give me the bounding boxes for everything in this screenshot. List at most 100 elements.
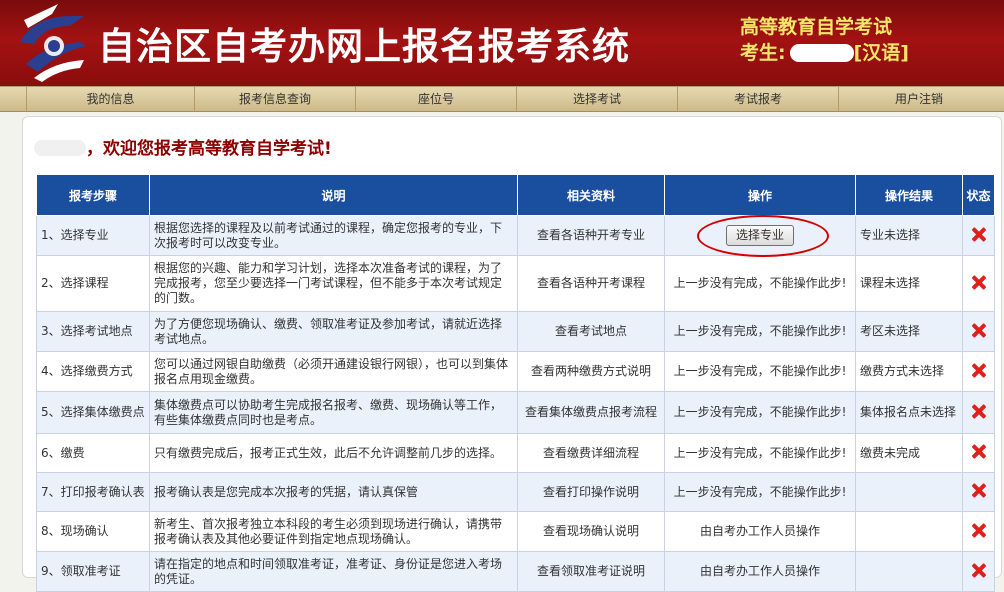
operation-result: 考区未选择 [855,311,963,352]
operation-result: 课程未选择 [855,255,963,312]
user-info: 高等教育自学考试 考生: [汉语] [740,14,909,66]
nav-select-exam[interactable]: 选择考试 [517,87,678,111]
step-description: 为了方便您现场确认、缴费、领取准考证及参加考试，请就近选择考试地点。 [149,311,518,352]
user-name-redacted [34,140,86,156]
status-cell [962,551,995,592]
resource-link[interactable]: 查看各语种开考专业 [517,215,665,256]
header-description: 说明 [149,174,518,216]
operation-text: 上一步没有完成，不能操作此步! [664,472,856,512]
status-cell [962,255,995,312]
exam-name: 高等教育自学考试 [740,16,893,38]
step-description: 集体缴费点可以协助考生完成报名报考、缴费、现场确认等工作，有些集体缴费点同时也是… [149,391,518,434]
examinee-line: 考生: [汉语] [740,40,909,66]
resource-link[interactable]: 查看领取准考证说明 [517,551,665,592]
step-description: 新考生、首次报考独立本科段的考生必须到现场进行确认，请携带报考确认表及其他必要证… [149,511,518,552]
resource-link[interactable]: 查看两种缴费方式说明 [517,351,665,392]
status-cell [962,391,995,434]
examinee-label: 考生: [740,42,786,64]
resource-link[interactable]: 查看考试地点 [517,311,665,352]
system-title: 自治区自考办网上报名报考系统 [98,25,630,68]
resource-link[interactable]: 查看各语种开考课程 [517,255,665,312]
step-name: 4、选择缴费方式 [36,351,150,392]
incomplete-x-icon [972,483,986,497]
step-description: 根据您的兴趣、能力和学习计划，选择本次准备考试的课程，为了完成报考，您至少要选择… [149,255,518,312]
incomplete-x-icon [972,404,986,418]
table-header-row: 报考步骤 说明 相关资料 操作 操作结果 状态 [36,174,995,216]
resource-link[interactable]: 查看现场确认说明 [517,511,665,552]
table-row: 5、选择集体缴费点 集体缴费点可以协助考生完成报名报考、缴费、现场确认等工作，有… [36,391,995,434]
operation-text: 由自考办工作人员操作 [664,511,856,552]
step-description: 只有缴费完成后，报考正式生效，此后不允许调整前几步的选择。 [149,433,518,473]
status-cell [962,472,995,512]
table-row: 7、打印报考确认表 报考确认表是您完成本次报考的凭据，请认真保管 查看打印操作说… [36,472,995,512]
step-name: 9、领取准考证 [36,551,150,592]
step-name: 8、现场确认 [36,511,150,552]
operation-text: 上一步没有完成，不能操作此步! [664,311,856,352]
resource-link[interactable]: 查看集体缴费点报考流程 [517,391,665,434]
select-major-button[interactable]: 选择专业 [725,225,794,246]
operation-result: 专业未选择 [855,215,963,256]
table-row: 8、现场确认 新考生、首次报考独立本科段的考生必须到现场进行确认，请携带报考确认… [36,511,995,552]
incomplete-x-icon [972,227,986,241]
table-row: 4、选择缴费方式 您可以通过网银自助缴费（必须开通建设银行网银），也可以到集体报… [36,351,995,392]
operation-text: 上一步没有完成，不能操作此步! [664,255,856,312]
incomplete-x-icon [972,523,986,537]
table-row: 3、选择考试地点 为了方便您现场确认、缴费、领取准考证及参加考试，请就近选择考试… [36,311,995,352]
resource-link[interactable]: 查看打印操作说明 [517,472,665,512]
examinee-name-redacted [789,44,854,62]
table-row: 2、选择课程 根据您的兴趣、能力和学习计划，选择本次准备考试的课程，为了完成报考… [36,255,995,312]
step-name: 7、打印报考确认表 [36,472,150,512]
status-cell [962,311,995,352]
table-row: 9、领取准考证 请在指定的地点和时间领取准考证，准考证、身份证是您进入考场的凭证… [36,551,995,592]
header-status: 状态 [962,174,995,216]
nav-exam-register[interactable]: 考试报考 [678,87,839,111]
operation-result [855,551,963,592]
operation-result [855,511,963,552]
language-tag: [汉语] [853,42,909,64]
nav-seat-number[interactable]: 座位号 [356,87,517,111]
resource-link[interactable]: 查看缴费详细流程 [517,433,665,473]
step-description: 报考确认表是您完成本次报考的凭据，请认真保管 [149,472,518,512]
main-nav: 我的信息 报考信息查询 座位号 选择考试 考试报考 用户注销 [0,86,1004,112]
step-description: 您可以通过网银自助缴费（必须开通建设银行网银），也可以到集体报名点用现金缴费。 [149,351,518,392]
incomplete-x-icon [972,444,986,458]
operation-text: 上一步没有完成，不能操作此步! [664,433,856,473]
nav-my-info[interactable]: 我的信息 [27,87,195,111]
table-row: 6、缴费 只有缴费完成后，报考正式生效，此后不允许调整前几步的选择。 查看缴费详… [36,433,995,473]
step-name: 3、选择考试地点 [36,311,150,352]
welcome-text: ，欢迎您报考高等教育自学考试! [86,139,332,159]
nav-exam-query[interactable]: 报考信息查询 [195,87,356,111]
registration-steps-table: 报考步骤 说明 相关资料 操作 操作结果 状态 1、选择专业 根据您选择的课程及… [36,174,995,592]
operation-result: 缴费未完成 [855,433,963,473]
header-step: 报考步骤 [36,174,150,216]
operation-result [855,472,963,512]
operation-text: 上一步没有完成，不能操作此步! [664,351,856,392]
status-cell [962,433,995,473]
step-name: 6、缴费 [36,433,150,473]
incomplete-x-icon [972,275,986,289]
nav-logout[interactable]: 用户注销 [839,87,999,111]
operation-text: 由自考办工作人员操作 [664,551,856,592]
nav-spacer [0,87,27,111]
site-header: 自治区自考办网上报名报考系统 高等教育自学考试 考生: [汉语] [0,0,1004,86]
operation-cell: 选择专业 [664,215,856,256]
step-name: 2、选择课程 [36,255,150,312]
incomplete-x-icon [972,563,986,577]
status-cell [962,215,995,256]
status-cell [962,511,995,552]
header-operation: 操作 [664,174,856,216]
operation-text: 上一步没有完成，不能操作此步! [664,391,856,434]
step-name: 1、选择专业 [36,215,150,256]
step-description: 根据您选择的课程及以前考试通过的课程，确定您报考的专业，下次报考时可以改变专业。 [149,215,518,256]
header-resources: 相关资料 [517,174,665,216]
step-name: 5、选择集体缴费点 [36,391,150,434]
header-result: 操作结果 [855,174,963,216]
step-description: 请在指定的地点和时间领取准考证，准考证、身份证是您进入考场的凭证。 [149,551,518,592]
logo-icon [20,4,86,82]
welcome-message: ，欢迎您报考高等教育自学考试! [34,134,332,159]
operation-result: 集体报名点未选择 [855,391,963,434]
incomplete-x-icon [972,363,986,377]
incomplete-x-icon [972,323,986,337]
operation-result: 缴费方式未选择 [855,351,963,392]
table-row: 1、选择专业 根据您选择的课程及以前考试通过的课程，确定您报考的专业，下次报考时… [36,215,995,256]
